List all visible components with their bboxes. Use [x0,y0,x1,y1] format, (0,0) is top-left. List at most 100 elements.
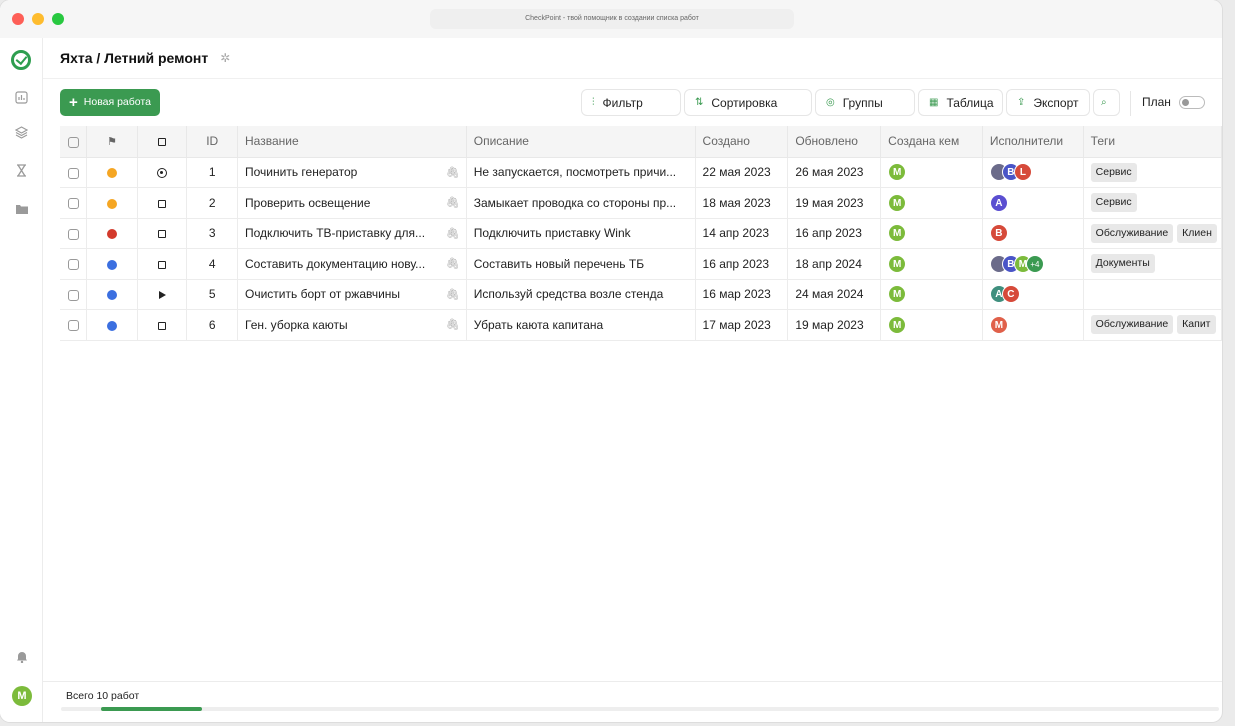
paperclip-icon[interactable]: 🖇 [446,166,460,179]
priority-dot [107,168,118,179]
created-column-header[interactable]: Создано [695,126,789,158]
id-column-header[interactable]: ID [186,126,239,158]
assignee-avatar[interactable]: M [989,315,1008,334]
status-cell[interactable] [137,309,188,341]
priority-cell[interactable] [86,248,138,280]
tag-badge[interactable]: Капит [1177,315,1216,335]
paperclip-icon[interactable]: 🖇 [446,257,460,270]
export-button[interactable]: ⇪ Экспорт [1006,89,1090,116]
status-cell[interactable] [137,279,188,310]
tag-badge[interactable]: Клиен [1177,223,1217,243]
status-cell[interactable] [137,218,188,249]
status-cell[interactable] [137,187,188,219]
assignee-avatar[interactable]: +4 [1025,254,1044,273]
layers-icon[interactable] [13,124,30,141]
tags-column-header[interactable]: Теги [1083,126,1222,158]
check-logo-icon[interactable] [11,50,31,70]
zoom-window-button[interactable] [52,13,64,25]
row-checkbox[interactable] [60,279,88,310]
bell-icon[interactable] [13,648,30,665]
assignee-avatar[interactable]: L [1013,163,1032,182]
folder-icon[interactable] [13,200,30,217]
chart-icon[interactable] [13,89,30,106]
horizontal-scrollbar[interactable] [61,707,1219,711]
name-cell[interactable]: Очистить борт от ржавчины 🖇 [237,279,467,310]
creator-avatar[interactable]: M [888,285,907,304]
priority-cell[interactable] [86,218,138,249]
priority-cell[interactable] [86,157,138,188]
name-column-header[interactable]: Название [237,126,467,158]
search-button[interactable]: ⌕ [1093,89,1120,116]
scrollbar-thumb[interactable] [101,707,202,711]
user-avatar[interactable]: M [12,686,32,706]
creator-avatar[interactable]: M [888,193,907,212]
status-column-header[interactable] [137,126,188,158]
in-progress-icon [157,168,168,179]
row-checkbox[interactable] [60,157,88,188]
tag-badge[interactable]: Обслуживание [1090,223,1174,243]
table-row[interactable]: 3 Подключить ТВ-приставку для... 🖇 Подклю… [60,218,1222,249]
table-row[interactable]: 2 Проверить освещение 🖇 Замыкает проводка… [60,187,1222,219]
priority-cell[interactable] [86,279,138,310]
assignee-avatar[interactable]: B [989,224,1008,243]
tag-badge[interactable]: Сервис [1090,193,1137,213]
tag-badge[interactable]: Обслуживание [1090,315,1174,335]
flag-column-header[interactable]: ⚑ [86,126,138,158]
new-task-button[interactable]: + Новая работа [60,89,160,116]
assignee-avatar[interactable]: C [1001,285,1020,304]
hourglass-icon[interactable] [13,162,30,179]
select-all-checkbox[interactable] [60,126,88,158]
description-column-header[interactable]: Описание [466,126,696,158]
tags-cell: Обслуживание Клиен [1083,218,1222,249]
assignees-column-header[interactable]: Исполнители [982,126,1084,158]
minimize-window-button[interactable] [32,13,44,25]
row-checkbox[interactable] [60,187,88,219]
filter-button[interactable]: ⫶ Фильтр [581,89,681,116]
description-cell: Убрать каюта капитана [466,309,696,341]
plan-toggle[interactable] [1178,96,1205,109]
paperclip-icon[interactable]: 🖇 [446,288,460,301]
creator-avatar[interactable]: M [888,315,907,334]
creator-avatar[interactable]: M [888,224,907,243]
name-cell[interactable]: Составить документацию нову... 🖇 [237,248,467,280]
assignee-avatar[interactable]: A [989,193,1008,212]
name-cell[interactable]: Ген. уборка каюты 🖇 [237,309,467,341]
table-row[interactable]: 1 Починить генератор 🖇 Не запускается, по… [60,157,1222,188]
status-cell[interactable] [137,248,188,280]
tag-badge[interactable]: Документы [1090,254,1155,274]
priority-cell[interactable] [86,187,138,219]
name-cell[interactable]: Проверить освещение 🖇 [237,187,467,219]
creator-column-header[interactable]: Создана кем [880,126,983,158]
row-checkbox[interactable] [60,309,88,341]
tag-badge[interactable]: Сервис [1090,162,1137,182]
tags-cell [1083,279,1222,310]
creator-avatar[interactable]: M [888,163,907,182]
paperclip-icon[interactable]: 🖇 [446,318,460,331]
table-row[interactable]: 4 Составить документацию нову... 🖇 Состав… [60,248,1222,280]
updated-column-header[interactable]: Обновлено [787,126,882,158]
table-row[interactable]: 6 Ген. уборка каюты 🖇 Убрать каюта капита… [60,309,1222,341]
filter-label: Фильтр [602,95,643,110]
id-cell: 3 [186,218,239,249]
gear-icon[interactable]: ✲ [220,51,230,65]
assignees-cell: M [982,309,1084,341]
row-checkbox[interactable] [60,218,88,249]
priority-cell[interactable] [86,309,138,341]
groups-label: Группы [842,95,883,110]
status-cell[interactable] [137,157,188,188]
paperclip-icon[interactable]: 🖇 [446,227,460,240]
updated-cell: 24 мая 2024 [787,279,882,310]
description-cell: Составить новый перечень ТБ [466,248,696,280]
play-icon [158,291,166,300]
creator-avatar[interactable]: M [888,254,907,273]
table-row[interactable]: 5 Очистить борт от ржавчины 🖇 Используй с… [60,279,1222,310]
table-view-button[interactable]: ▦ Таблица [918,89,1003,116]
sort-button[interactable]: ⇅ Сортировка [684,89,812,116]
groups-button[interactable]: ◎ Группы [815,89,915,116]
close-window-button[interactable] [12,13,24,25]
name-cell[interactable]: Подключить ТВ-приставку для... 🖇 [237,218,467,249]
paperclip-icon[interactable]: 🖇 [446,196,460,209]
row-checkbox[interactable] [60,248,88,280]
name-cell[interactable]: Починить генератор 🖇 [237,157,467,188]
updated-cell: 19 мар 2023 [787,309,882,341]
